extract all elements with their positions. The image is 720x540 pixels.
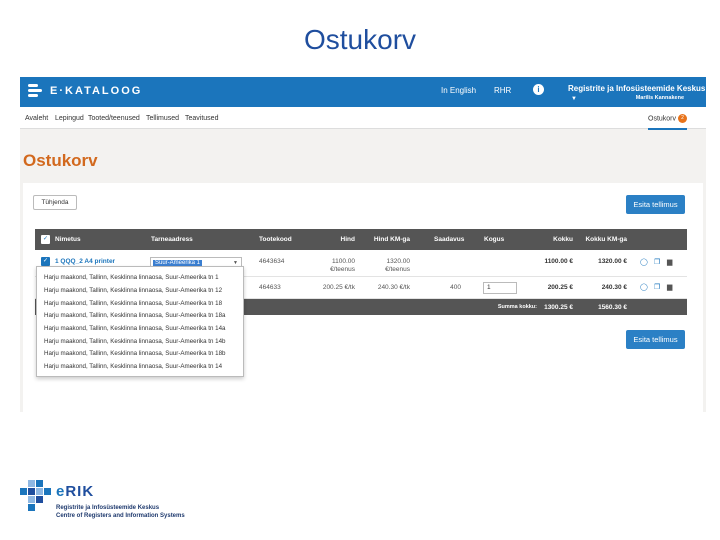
dropdown-option[interactable]: Harju maakond, Tallinn, Kesklinna linnao… <box>44 287 222 294</box>
price-vat-unit: €/teenus <box>385 266 410 273</box>
nav-item-contracts[interactable]: Lepingud <box>55 115 84 122</box>
dropdown-option[interactable]: Harju maakond, Tallinn, Kesklinna linnao… <box>44 274 219 281</box>
col-qty: Kogus <box>484 236 505 243</box>
price: 1100.00 <box>331 258 355 265</box>
org-name: Registrite ja Infosüsteemide Keskus <box>568 84 706 93</box>
price-vat: 1320.00 <box>386 258 411 265</box>
table-header: ✓ Nimetus Tarneaadress Tootekood Hind Hi… <box>35 229 687 250</box>
nav-item-notifications[interactable]: Teavitused <box>185 115 218 122</box>
row-total-vat: 240.30 € <box>601 284 627 291</box>
nav-item-products[interactable]: Tooted/teenused <box>88 115 140 122</box>
info-icon[interactable]: i <box>533 84 544 95</box>
logo-icon <box>28 82 42 100</box>
copy-icon[interactable]: ❐ <box>654 258 660 266</box>
rik-brand: eRIK <box>56 483 94 500</box>
logo-text: E·KATALOOG <box>50 85 143 97</box>
row-checkbox[interactable]: ✓ <box>41 257 50 266</box>
select-all-checkbox[interactable]: ✓ <box>41 235 50 244</box>
availability: 400 <box>450 284 461 291</box>
copy-icon[interactable]: ❐ <box>654 283 660 291</box>
dropdown-option[interactable]: Harju maakond, Tallinn, Kesklinna linnao… <box>44 325 225 332</box>
col-total: Kokku <box>553 236 573 243</box>
page-title: Ostukorv <box>23 151 98 170</box>
product-code: 4643634 <box>259 258 285 265</box>
row-total: 1100.00 € <box>544 258 573 265</box>
empty-cart-button[interactable]: Tühjenda <box>33 195 77 210</box>
address-dropdown: Harju maakond, Tallinn, Kesklinna linnao… <box>36 266 244 377</box>
dropdown-option[interactable]: Harju maakond, Tallinn, Kesklinna linnao… <box>44 312 225 319</box>
product-code: 464633 <box>259 284 281 291</box>
dropdown-option[interactable]: Harju maakond, Tallinn, Kesklinna linnao… <box>44 338 225 345</box>
slide-title: Ostukorv <box>303 24 417 55</box>
submit-order-button-bottom[interactable]: Esita tellimus <box>626 330 685 349</box>
rik-brand-e: e <box>56 483 66 500</box>
sum-total: 1300.25 € <box>544 304 573 311</box>
col-name: Nimetus <box>55 236 81 243</box>
nav-item-home[interactable]: Avaleht <box>25 115 48 122</box>
col-address: Tarneaadress <box>151 236 193 243</box>
cart-count-badge: 2 <box>678 114 688 123</box>
nav-item-orders[interactable]: Tellimused <box>146 115 179 122</box>
chevron-down-icon: ▼ <box>571 96 577 102</box>
footer-org-en: Centre of Registers and Information Syst… <box>56 513 185 519</box>
footer-logo: eRIK Registrite ja Infosüsteemide Keskus… <box>18 478 218 523</box>
main-nav: Avaleht Lepingud Tooted/teenused Tellimu… <box>20 107 706 130</box>
user-name: Marilis Kannakene <box>635 95 684 101</box>
submit-order-button-top[interactable]: Esita tellimus <box>626 195 685 214</box>
trash-icon[interactable]: ▆ <box>667 258 672 266</box>
dropdown-option[interactable]: Harju maakond, Tallinn, Kesklinna linnao… <box>44 300 222 307</box>
sum-total-vat: 1560.30 € <box>598 304 627 311</box>
col-code: Tootekood <box>259 236 292 243</box>
tab-cart-label: Ostukorv <box>648 115 677 123</box>
dropdown-option[interactable]: Harju maakond, Tallinn, Kesklinna linnao… <box>44 350 225 357</box>
lang-link[interactable]: In English <box>441 86 476 95</box>
row-total: 200.25 € <box>547 284 573 291</box>
footer-org-et: Registrite ja Infosüsteemide Keskus <box>56 505 160 511</box>
price-vat: 240.30 €/tk <box>377 284 410 291</box>
top-bar: E·KATALOOG In English RHR i Registrite j… <box>20 77 706 107</box>
tab-cart[interactable]: Ostukorv 2 <box>648 114 688 130</box>
row-total-vat: 1320.00 € <box>598 258 627 265</box>
comment-icon[interactable]: ◯ <box>640 283 648 291</box>
col-price-vat: Hind KM-ga <box>373 236 410 243</box>
col-price: Hind <box>340 236 355 243</box>
product-name-link[interactable]: 1 QQQ_2 A4 printer <box>55 258 115 265</box>
logo[interactable]: E·KATALOOG <box>28 82 142 100</box>
rhr-link[interactable]: RHR <box>494 86 511 95</box>
col-availability: Saadavus <box>434 236 465 243</box>
comment-icon[interactable]: ◯ <box>640 258 648 266</box>
dropdown-option[interactable]: Harju maakond, Tallinn, Kesklinna linnao… <box>44 363 222 370</box>
price-unit: €/teenus <box>330 266 355 273</box>
rik-brand-rest: RIK <box>65 483 95 500</box>
trash-icon[interactable]: ▆ <box>667 283 672 291</box>
price: 200.25 €/tk <box>322 284 355 291</box>
col-total-vat: Kokku KM-ga <box>585 236 627 243</box>
